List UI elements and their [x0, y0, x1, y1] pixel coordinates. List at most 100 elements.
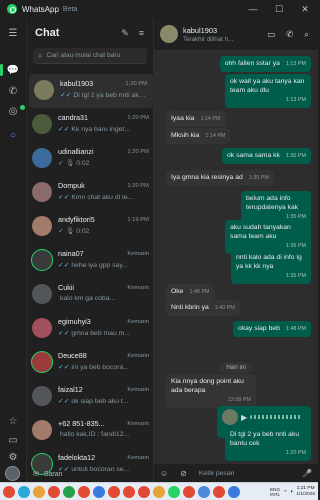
chat-preview-text: gmna beb mau m...: [71, 330, 130, 337]
taskbar-app-icon[interactable]: [18, 485, 30, 498]
meta-ai-icon[interactable]: ○: [6, 128, 20, 142]
status-icon[interactable]: ◎: [6, 104, 25, 118]
chat-text: candra31 1:20 PM ✓✓ Kk nya baru inget...: [58, 108, 155, 133]
chat-list-item[interactable]: kabul1903 1:20 PM ✓✓ Di tgl 2 ya beb nnti a…: [29, 74, 153, 108]
chat-row-top: candra31 1:20 PM: [58, 113, 155, 122]
taskbar-app-icon[interactable]: [213, 485, 225, 498]
taskbar-app-icon[interactable]: [108, 485, 120, 498]
taskbar-app-icon[interactable]: [228, 485, 240, 498]
chat-preview-text: ok siap beb aku t...: [71, 398, 129, 405]
incoming-message[interactable]: Kia nnya dong point aku ada berapa 12:08 …: [166, 374, 256, 408]
clock[interactable]: 1:21 PM 1/1/2025: [296, 486, 315, 498]
chats-icon[interactable]: 💬: [6, 63, 20, 77]
contact-info[interactable]: kabul1903 Terakhir dilihat h...: [183, 26, 233, 43]
taskbar-app-icon[interactable]: [138, 485, 150, 498]
message-input[interactable]: [198, 469, 303, 477]
chat-name: egimuhyi3: [58, 317, 91, 326]
play-icon[interactable]: ▶: [241, 413, 247, 422]
new-chat-icon[interactable]: ✎: [121, 28, 129, 39]
video-call-icon[interactable]: ▭: [267, 29, 275, 40]
language-indicator[interactable]: ENG INTL: [270, 487, 280, 497]
taskbar-app-icon[interactable]: [3, 485, 15, 498]
incoming-message[interactable]: Nnti kbrin ya 1:40 PM: [166, 300, 240, 316]
chat-preview: ✓✓ ok siap beb aku t...: [58, 397, 149, 405]
emoji-icon[interactable]: ☺: [160, 469, 168, 478]
taskbar-app-icon[interactable]: [93, 485, 105, 498]
incoming-message[interactable]: Oke 1:40 PM: [166, 284, 215, 300]
voice-note[interactable]: ▶: [222, 409, 306, 425]
chat-preview: hallo kak,ID : fandi12...: [58, 431, 149, 438]
chat-list-item[interactable]: Dompuk 1:20 PM ✓✓ Kmn chat aku di te...: [27, 176, 155, 210]
chat-name: fadelokta12: [58, 453, 96, 462]
conversation-header[interactable]: kabul1903 Terakhir dilihat h... ▭ ✆ ⌕: [154, 18, 318, 50]
chat-list-item[interactable]: naina07 Kemarin ✓✓ hehe iya gpp say...: [27, 244, 155, 278]
calls-icon[interactable]: ✆: [6, 84, 20, 98]
chat-list-item[interactable]: egimuhyi3 Kemarin ✓✓ gmna beb mau m...: [27, 312, 155, 346]
taskbar-app-icon[interactable]: [168, 485, 180, 498]
outgoing-message[interactable]: nnti kalo ada di info lg ya kk kk nya 1:3…: [231, 250, 311, 284]
profile-avatar[interactable]: [5, 466, 20, 481]
close-button[interactable]: ✕: [292, 0, 318, 18]
message-time: 1:13 PM: [285, 61, 306, 67]
message-time: 1:40 PM: [214, 305, 235, 311]
contact-name: kabul1903: [183, 25, 218, 35]
filter-icon[interactable]: ≡: [139, 28, 144, 39]
taskbar-app-icon[interactable]: [33, 485, 45, 498]
message-time: 1:48 PM: [285, 326, 306, 332]
chat-list-item[interactable]: faizal12 Kemarin ✓✓ ok siap beb aku t...: [27, 380, 155, 414]
voice-call-icon[interactable]: ✆: [286, 29, 293, 40]
search-input[interactable]: [46, 52, 147, 59]
maximize-button[interactable]: ☐: [266, 0, 292, 18]
wifi-icon[interactable]: ◔: [283, 489, 287, 495]
taskbar-app-icon[interactable]: [63, 485, 75, 498]
starred-icon[interactable]: ☆: [6, 414, 20, 428]
chat-preview-text: kalo km ga coba...: [60, 295, 116, 302]
chat-row-top: udinallianzi 1:20 PM: [58, 147, 155, 156]
chat-list-item[interactable]: Cukii Kemarin kalo km ga coba...: [27, 278, 155, 312]
chat-list-item[interactable]: Deuce88 Kemarin ✓✓ ini ya beb bocora...: [27, 346, 155, 380]
outgoing-message[interactable]: aku sudah tanyakan sama team aku 1:35 PM: [225, 220, 311, 254]
status-unread-dot: [20, 105, 25, 110]
outgoing-message[interactable]: ohh fallen sstar ya 1:13 PM: [219, 56, 311, 72]
read-receipt-icon: ✓: [58, 228, 64, 235]
chat-time: 1:20 PM: [127, 182, 149, 189]
volume-icon[interactable]: ◖: [290, 489, 294, 495]
chat-avatar: [34, 80, 54, 100]
menu-icon[interactable]: ☰: [6, 26, 20, 40]
contact-last-seen: Terakhir dilihat h...: [183, 35, 234, 43]
incoming-message[interactable]: Iyaa kia 1:14 PM: [166, 111, 226, 127]
chat-list-item[interactable]: candra31 1:20 PM ✓✓ Kk nya baru inget...: [27, 108, 155, 142]
message-area[interactable]: Hari ini ohh fallen sstar ya 1:13 PM ok wa…: [154, 50, 318, 464]
incoming-message[interactable]: Mksih kia 1:14 PM: [166, 128, 231, 144]
waveform[interactable]: [250, 415, 303, 419]
incoming-message[interactable]: Iya gmna kia resinya ad 1:35 PM: [166, 170, 274, 186]
outgoing-message[interactable]: Di tgl 2 ya beb nnti aku bantu cek 1:20 P…: [225, 427, 311, 461]
taskbar-app-icon[interactable]: [78, 485, 90, 498]
minimize-button[interactable]: —: [240, 0, 266, 18]
taskbar-app-icon[interactable]: [153, 485, 165, 498]
chat-avatar: [32, 352, 52, 372]
outgoing-message[interactable]: ok sama sama kk 1:30 PM: [222, 148, 311, 164]
microphone-icon[interactable]: 🎤: [302, 469, 312, 478]
taskbar-app-icon[interactable]: [48, 485, 60, 498]
search-box[interactable]: ⌕: [33, 48, 147, 64]
chat-text: +62 851-835... Kemarin hallo kak,ID : fand…: [58, 414, 155, 438]
outgoing-message[interactable]: ok wait ya aku tanya kan team aku dlu 1:1…: [225, 74, 311, 108]
contact-avatar[interactable]: [160, 25, 178, 43]
taskbar-app-icon[interactable]: [123, 485, 135, 498]
chat-name: Deuce88: [58, 351, 87, 360]
taskbar-app-icon[interactable]: [198, 485, 210, 498]
chat-list-item[interactable]: andyfiktori5 1:19 PM ✓ 🎙 0:02: [27, 210, 155, 244]
taskbar-app-icon[interactable]: [183, 485, 195, 498]
suggestions-footer[interactable]: ✉ Saran: [27, 466, 155, 482]
attach-icon[interactable]: ⊘: [180, 469, 187, 478]
message-time: 12:08 PM: [227, 397, 251, 403]
search-messages-icon[interactable]: ⌕: [304, 29, 309, 40]
clock-date: 1/1/2025: [296, 491, 315, 497]
system-tray: ENG INTL ◔ ◖ 1:21 PM 1/1/2025: [270, 486, 318, 498]
chat-list-item[interactable]: +62 851-835... Kemarin hallo kak,ID : fand…: [27, 414, 155, 448]
archive-icon[interactable]: ▭: [6, 433, 20, 447]
outgoing-message[interactable]: okay siap beb 1:48 PM: [232, 321, 311, 337]
settings-icon[interactable]: ⚙: [6, 450, 20, 464]
chat-list-item[interactable]: udinallianzi 1:20 PM ✓ 🎙 0:02: [27, 142, 155, 176]
